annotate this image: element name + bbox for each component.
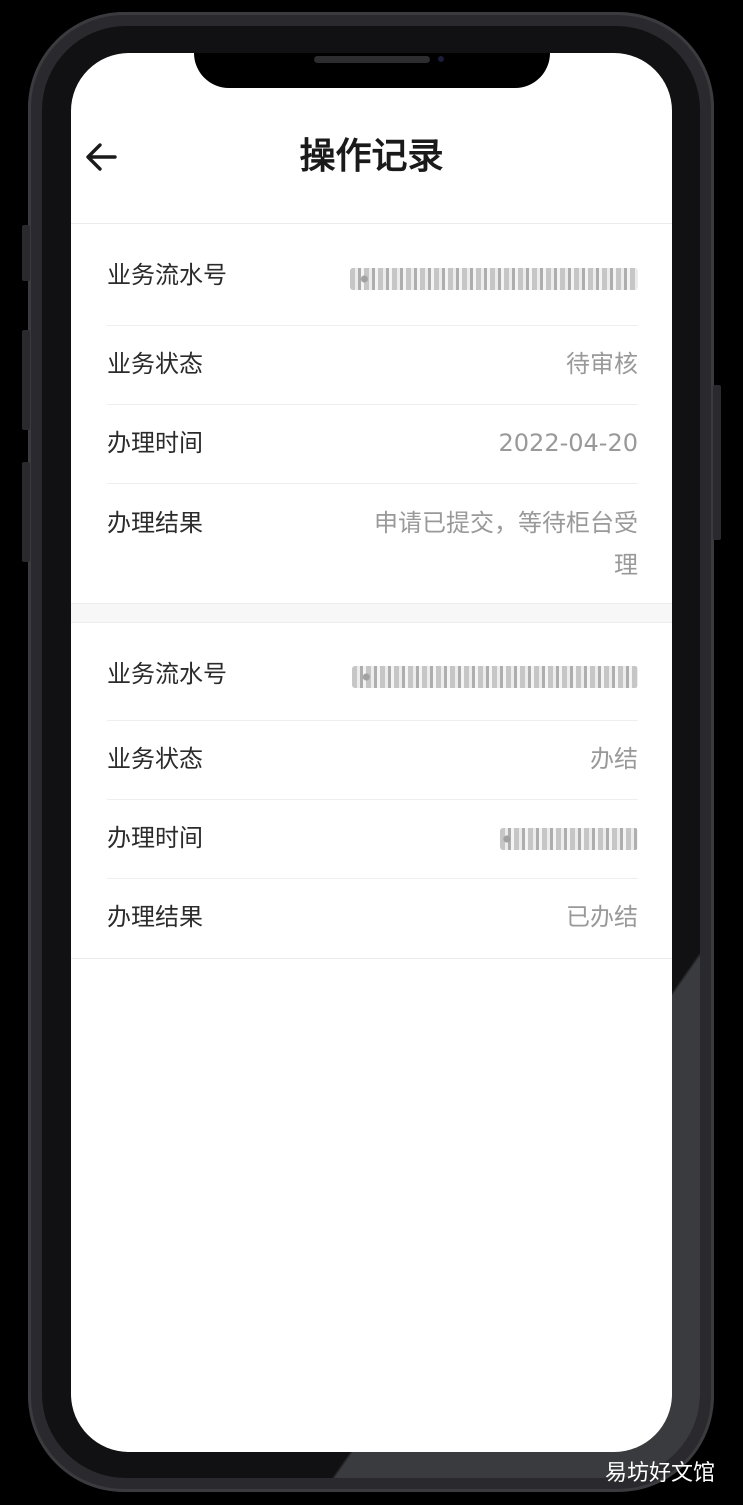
field-value: 2022-04-20 (498, 429, 638, 457)
arrow-left-icon (86, 143, 117, 171)
field-row-serial-number: 业务流水号 (107, 642, 638, 721)
field-row-time: 办理时间 (107, 800, 638, 879)
field-row-status: 业务状态 待审核 (107, 326, 638, 405)
back-button[interactable] (81, 137, 121, 177)
field-value: 办结 (590, 745, 638, 773)
field-row-result: 办理结果 已办结 (107, 879, 638, 958)
masked-value (350, 268, 638, 290)
field-label: 办理结果 (107, 903, 203, 931)
field-row-result: 办理结果 申请已提交，等待柜台受理 (107, 484, 638, 603)
phone-volume-down (22, 462, 30, 562)
field-row-time: 办理时间 2022-04-20 (107, 405, 638, 484)
field-row-serial-number: 业务流水号 (107, 247, 638, 326)
field-value: 已办结 (566, 903, 638, 931)
nav-header: 操作记录 (71, 117, 672, 197)
masked-value (500, 828, 638, 850)
field-label: 业务状态 (107, 745, 203, 773)
field-label: 办理时间 (107, 824, 203, 852)
field-value: 申请已提交，等待柜台受理 (374, 509, 638, 579)
phone-mute-switch (22, 225, 30, 281)
page-title: 操作记录 (299, 136, 444, 177)
card-separator (71, 603, 672, 623)
watermark-text: 易坊好文馆 (604, 1461, 715, 1486)
field-label: 办理时间 (107, 429, 203, 457)
field-row-status: 业务状态 办结 (107, 721, 638, 800)
field-label: 业务流水号 (107, 660, 227, 688)
app-screen: 操作记录 业务流水号 业务状态 待审核 办理时间 2022-04-20 办理结果… (71, 53, 672, 1452)
field-label: 业务状态 (107, 350, 203, 378)
phone-power-button (713, 385, 721, 540)
phone-volume-up (22, 330, 30, 430)
field-value-masked (348, 655, 638, 697)
field-label: 办理结果 (107, 509, 203, 537)
field-value: 待审核 (566, 350, 638, 378)
card-divider (71, 958, 672, 959)
record-card: 业务流水号 业务状态 待审核 办理时间 2022-04-20 办理结果 申请已提… (71, 224, 672, 603)
field-label: 业务流水号 (107, 261, 227, 289)
field-value-masked (348, 817, 638, 859)
record-card: 业务流水号 业务状态 办结 办理时间 办理结果 已办结 (71, 623, 672, 958)
masked-value (352, 666, 638, 688)
phone-notch (194, 53, 550, 88)
field-value-masked (348, 257, 638, 299)
speaker-grille (314, 56, 430, 63)
front-camera (438, 56, 444, 62)
